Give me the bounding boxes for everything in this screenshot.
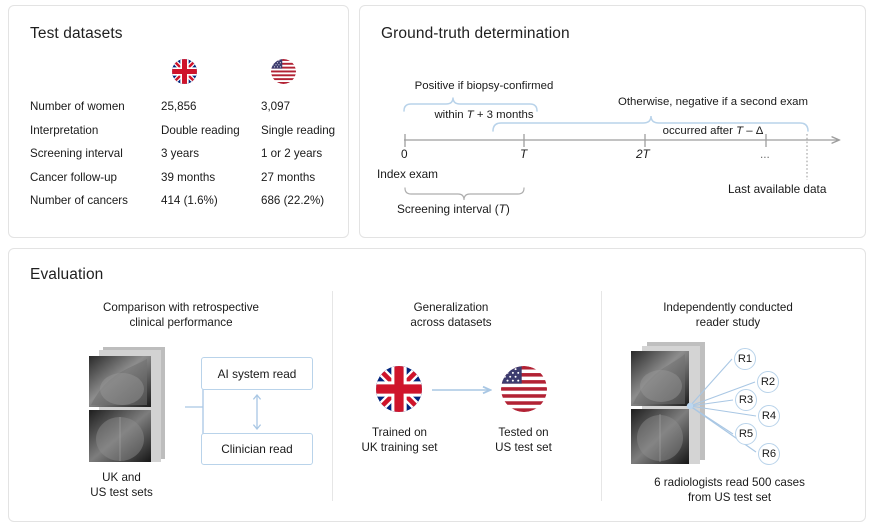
ai-system-read-box[interactable]: AI system read bbox=[201, 357, 313, 390]
generalization-arrow bbox=[432, 383, 498, 397]
reader-circle-r6: R6 bbox=[758, 443, 780, 465]
section-3-caption: 6 radiologists read 500 cases from US te… bbox=[617, 475, 842, 505]
positive-window-brace bbox=[404, 98, 537, 112]
row-label: Number of women bbox=[30, 100, 161, 113]
reader-circle-r1: R1 bbox=[734, 348, 756, 370]
section-2-subtitle: Generalization across datasets bbox=[361, 300, 541, 330]
table-row: Number of cancers 414 (1.6%) 686 (22.2%) bbox=[30, 189, 340, 213]
evaluation-panel: Evaluation Comparison with retrospective… bbox=[8, 248, 866, 522]
reader-circle-r3: R3 bbox=[735, 389, 757, 411]
row-value-uk: 414 (1.6%) bbox=[161, 194, 261, 207]
test-datasets-table: Number of women 25,856 3,097 Interpretat… bbox=[30, 95, 340, 213]
test-datasets-panel: Test datasets bbox=[8, 5, 349, 238]
section-2-caption-left: Trained on UK training set bbox=[342, 425, 457, 455]
row-value-us: Single reading bbox=[261, 124, 340, 137]
mammogram-stack-icon bbox=[89, 347, 189, 465]
section-divider-1 bbox=[332, 291, 333, 501]
test-datasets-title: Test datasets bbox=[30, 25, 123, 43]
screening-interval-label: Screening interval (T) bbox=[397, 202, 510, 216]
screening-interval-pre: Screening interval ( bbox=[397, 202, 499, 216]
screening-interval-post: ) bbox=[506, 202, 510, 216]
axis-label-0: 0 bbox=[401, 147, 408, 161]
screening-interval-var: T bbox=[499, 202, 506, 216]
row-value-us: 27 months bbox=[261, 171, 340, 184]
screening-interval-brace bbox=[405, 188, 524, 200]
last-available-data-label: Last available data bbox=[728, 182, 826, 196]
table-row: Number of women 25,856 3,097 bbox=[30, 95, 340, 119]
section-1-caption: UK and US test sets bbox=[69, 470, 174, 500]
row-label: Cancer follow-up bbox=[30, 171, 161, 184]
reader-circle-r2: R2 bbox=[757, 371, 779, 393]
section-divider-2 bbox=[601, 291, 602, 501]
ground-truth-panel: Ground-truth determination Positive if b… bbox=[359, 5, 866, 238]
section-2-caption-right: Tested on US test set bbox=[471, 425, 576, 455]
table-row: Interpretation Double reading Single rea… bbox=[30, 119, 340, 143]
table-row: Cancer follow-up 39 months 27 months bbox=[30, 166, 340, 190]
row-value-us: 1 or 2 years bbox=[261, 147, 340, 160]
uk-flag-icon bbox=[172, 59, 197, 84]
axis-label-T: T bbox=[520, 147, 527, 161]
section-1-subtitle: Comparison with retrospective clinical p… bbox=[71, 300, 291, 330]
row-label: Number of cancers bbox=[30, 194, 161, 207]
reader-circle-r5: R5 bbox=[735, 423, 757, 445]
row-value-uk: Double reading bbox=[161, 124, 261, 137]
us-flag-icon bbox=[501, 366, 547, 412]
index-exam-label: Index exam bbox=[377, 167, 438, 181]
row-label: Interpretation bbox=[30, 124, 161, 137]
evaluation-title: Evaluation bbox=[30, 266, 103, 284]
row-label: Screening interval bbox=[30, 147, 161, 160]
row-value-us: 686 (22.2%) bbox=[261, 194, 340, 207]
comparison-double-arrow bbox=[250, 390, 264, 434]
uk-flag-icon bbox=[376, 366, 422, 412]
clinician-read-box[interactable]: Clinician read bbox=[201, 433, 313, 465]
axis-label-2T: 2T bbox=[636, 147, 650, 161]
row-value-uk: 25,856 bbox=[161, 100, 261, 113]
section-3-subtitle: Independently conducted reader study bbox=[623, 300, 833, 330]
negative-window-brace bbox=[493, 116, 808, 131]
row-value-uk: 39 months bbox=[161, 171, 261, 184]
table-row: Screening interval 3 years 1 or 2 years bbox=[30, 142, 340, 166]
reader-circle-r4: R4 bbox=[758, 405, 780, 427]
row-value-uk: 3 years bbox=[161, 147, 261, 160]
axis-label-ellipsis: ... bbox=[760, 147, 770, 161]
us-flag-icon bbox=[271, 59, 296, 84]
row-value-us: 3,097 bbox=[261, 100, 340, 113]
